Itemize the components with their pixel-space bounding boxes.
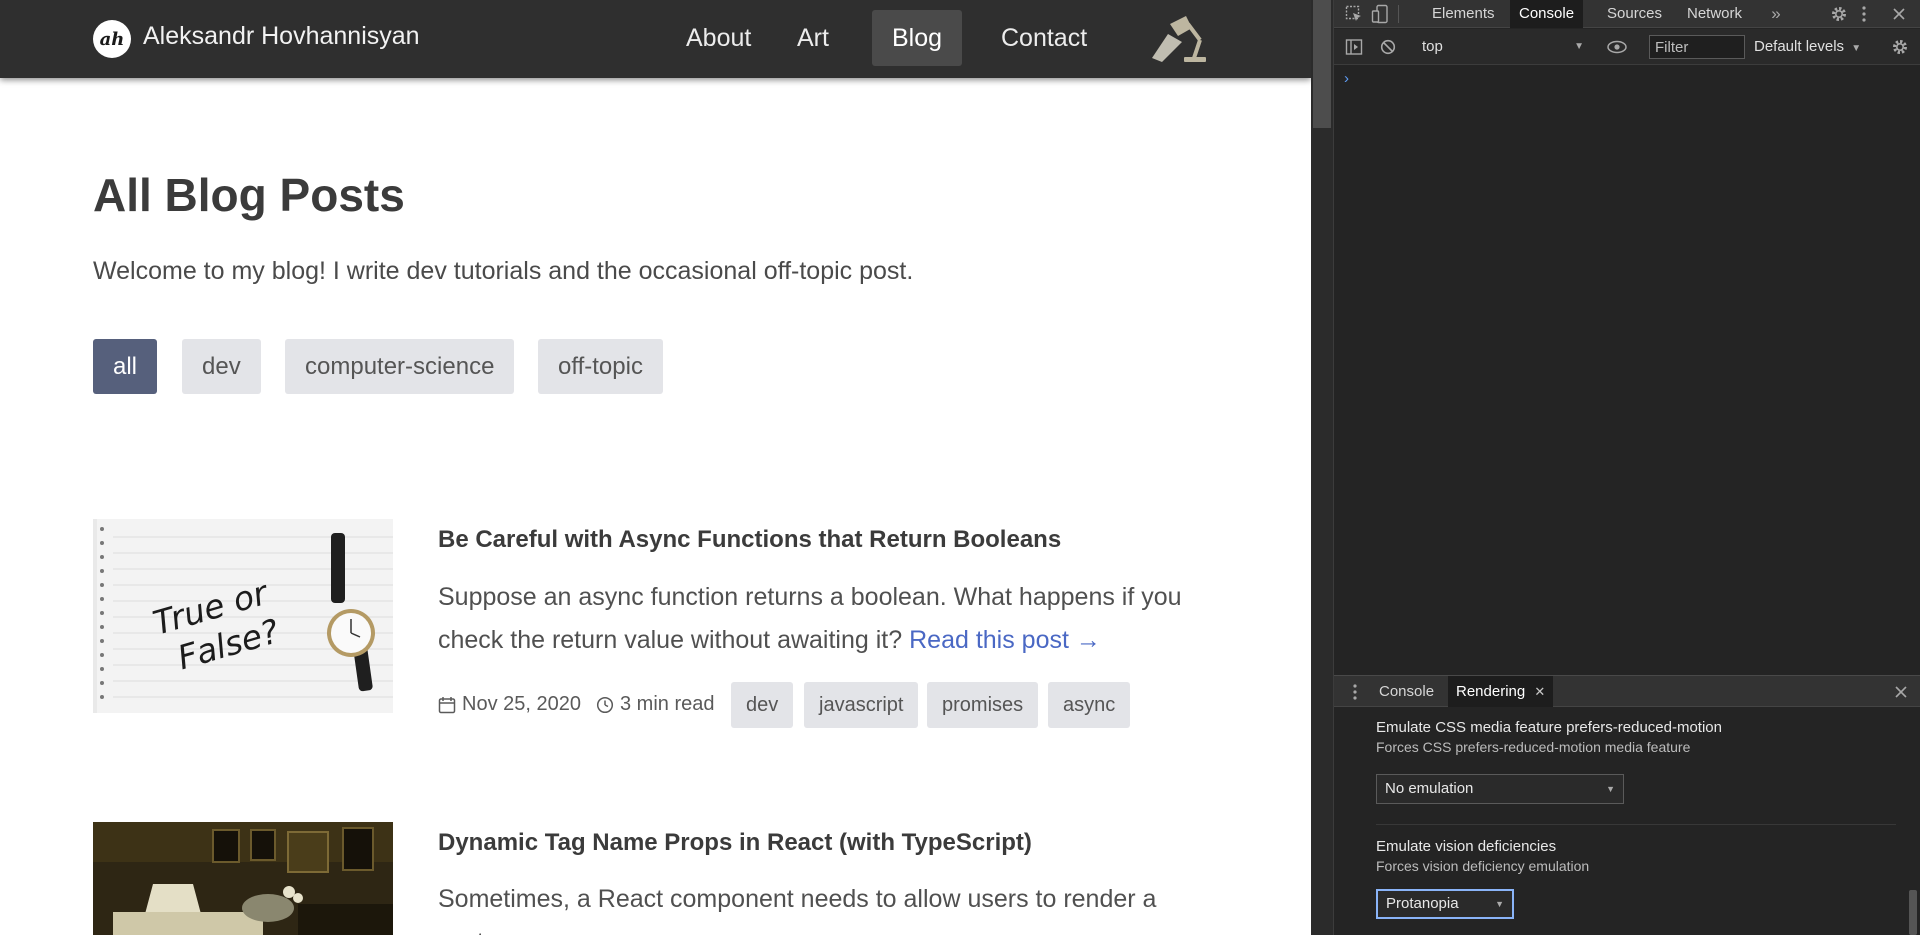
clock-icon — [596, 696, 614, 713]
log-levels-select[interactable]: Default levels ▼ — [1754, 35, 1861, 59]
blog-page: ah Aleksandr Hovhannisyan About Art Blog… — [0, 0, 1311, 935]
site-header: ah Aleksandr Hovhannisyan About Art Blog… — [0, 0, 1311, 78]
log-levels-value: Default levels — [1754, 38, 1845, 55]
inspect-element-icon[interactable] — [1345, 5, 1363, 23]
reduced-motion-value: No emulation — [1385, 780, 1474, 797]
live-expression-eye-icon[interactable] — [1607, 40, 1627, 54]
vision-deficiency-value: Protanopia — [1386, 895, 1459, 912]
page-title: All Blog Posts — [93, 169, 405, 221]
show-sidebar-icon[interactable] — [1345, 38, 1363, 56]
more-tabs-icon[interactable]: » — [1766, 0, 1786, 28]
post-description: Suppose an async function returns a bool… — [438, 576, 1228, 662]
tab-network[interactable]: Network — [1678, 0, 1751, 28]
rendering-scrollbar-thumb[interactable] — [1909, 890, 1917, 935]
page-intro: Welcome to my blog! I write dev tutorial… — [93, 257, 914, 285]
device-toolbar-icon[interactable] — [1371, 4, 1389, 24]
post-description-2: Sometimes, a React component needs to al… — [438, 885, 1157, 935]
tag-javascript[interactable]: javascript — [804, 682, 919, 728]
tab-console[interactable]: Console — [1510, 0, 1584, 28]
drawer-tab-rendering-label: Rendering — [1456, 683, 1526, 700]
post-title-link-2[interactable]: Dynamic Tag Name Props in React (with Ty… — [438, 829, 1032, 857]
tag-async[interactable]: async — [1048, 682, 1131, 728]
execution-context-value: top — [1422, 38, 1443, 55]
read-this-post-link[interactable]: Read this post → — [909, 626, 1101, 654]
console-toolbar: top ▼ Default levels ▼ — [1334, 29, 1920, 65]
close-devtools-icon[interactable] — [1892, 7, 1906, 21]
nav-about[interactable]: About — [666, 10, 771, 66]
tab-elements[interactable]: Elements — [1423, 0, 1504, 28]
settings-gear-icon[interactable] — [1830, 5, 1848, 23]
close-drawer-icon[interactable] — [1894, 685, 1908, 699]
post-read-time-text: 3 min read — [620, 693, 715, 715]
devtools-panel: Elements Console Sources Network » top ▼ — [1334, 0, 1920, 935]
drawer-toolbar: Console Rendering ✕ — [1334, 675, 1920, 707]
drawer-menu-icon[interactable] — [1351, 683, 1359, 701]
tag-dev[interactable]: dev — [731, 682, 794, 728]
post-thumbnail-react-room[interactable] — [93, 822, 393, 935]
vision-deficiency-title: Emulate vision deficiencies — [1376, 838, 1557, 855]
nav-contact[interactable]: Contact — [981, 10, 1107, 66]
site-name-link[interactable]: Aleksandr Hovhannisyan — [143, 22, 420, 51]
tag-promises[interactable]: promises — [927, 682, 1039, 728]
post-read-time: 3 min read — [596, 693, 715, 716]
console-prompt[interactable]: › — [1344, 70, 1349, 87]
execution-context-select[interactable]: top ▼ — [1418, 35, 1588, 59]
page-scrollbar-thumb[interactable] — [1313, 0, 1331, 128]
site-logo[interactable]: ah — [93, 20, 131, 58]
section-divider — [1376, 824, 1896, 825]
logo-text: ah — [99, 28, 125, 50]
category-computer-science-button[interactable]: computer-science — [285, 339, 515, 394]
post-date: Nov 25, 2020 — [438, 693, 581, 716]
drawer-tab-console[interactable]: Console — [1371, 676, 1442, 707]
nav-blog[interactable]: Blog — [872, 10, 963, 66]
more-options-icon[interactable] — [1860, 5, 1868, 23]
dropdown-arrow-icon: ▼ — [1574, 41, 1584, 52]
console-filter-input[interactable] — [1649, 35, 1745, 59]
nav-art[interactable]: Art — [777, 10, 849, 66]
close-tab-icon[interactable]: ✕ — [1534, 676, 1545, 707]
devtools-main-toolbar: Elements Console Sources Network » — [1334, 0, 1920, 28]
dropdown-arrow-icon: ▼ — [1606, 784, 1615, 794]
calendar-icon — [438, 696, 456, 713]
clear-console-icon[interactable] — [1380, 39, 1396, 55]
vision-deficiency-subtitle: Forces vision deficiency emulation — [1376, 858, 1590, 874]
vision-deficiency-select[interactable]: Protanopia ▼ — [1376, 889, 1514, 919]
reduced-motion-select[interactable]: No emulation ▼ — [1376, 774, 1624, 804]
post-title-link[interactable]: Be Careful with Async Functions that Ret… — [438, 526, 1061, 554]
category-dev-button[interactable]: dev — [182, 339, 261, 394]
drawer-tab-rendering[interactable]: Rendering ✕ — [1448, 676, 1554, 707]
console-settings-gear-icon[interactable] — [1891, 38, 1909, 56]
toolbar-separator — [1398, 5, 1399, 23]
post-date-text: Nov 25, 2020 — [462, 693, 581, 715]
reduced-motion-title: Emulate CSS media feature prefers-reduce… — [1376, 719, 1722, 736]
rendering-panel: Emulate CSS media feature prefers-reduce… — [1334, 708, 1920, 935]
category-off-topic-button[interactable]: off-topic — [538, 339, 663, 394]
tab-sources[interactable]: Sources — [1598, 0, 1671, 28]
dropdown-arrow-icon: ▼ — [1851, 43, 1862, 54]
category-all-button[interactable]: all — [93, 339, 158, 394]
page-scrollbar-track[interactable] — [1311, 0, 1333, 935]
post-thumbnail-true-or-false[interactable]: True or False? — [93, 519, 393, 713]
reduced-motion-subtitle: Forces CSS prefers-reduced-motion media … — [1376, 739, 1691, 755]
desk-lamp-icon[interactable] — [1148, 14, 1212, 64]
dropdown-arrow-icon: ▼ — [1495, 899, 1504, 909]
